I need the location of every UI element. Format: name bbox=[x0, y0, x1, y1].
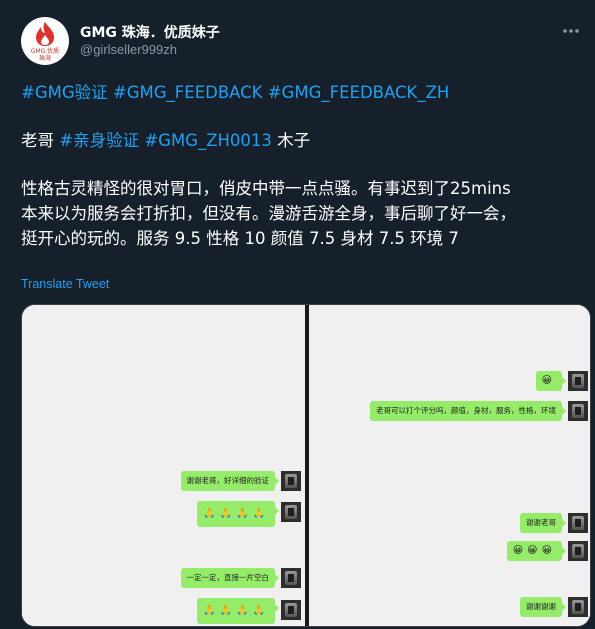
hashtag-link[interactable]: #GMG_ZH0013 bbox=[144, 131, 272, 150]
avatar[interactable]: GMG.优质 珠海 bbox=[21, 17, 69, 65]
line-prefix: 老哥 bbox=[21, 131, 60, 150]
hashtag-link[interactable]: #GMG_FEEDBACK bbox=[113, 83, 263, 102]
chat-bubble: 老哥可以打个评分吗，颜值，身材，服务，性格，环境 bbox=[370, 401, 566, 421]
hashtag-link[interactable]: #GMG_FEEDBACK_ZH bbox=[268, 83, 450, 102]
chat-bubble: 谢谢老哥 bbox=[520, 513, 566, 533]
hashtag-link[interactable]: #亲身验证 bbox=[59, 131, 139, 150]
chat-avatar bbox=[281, 471, 301, 491]
chat-bubble: 谢谢老哥，好详细的验证 bbox=[180, 471, 279, 491]
chat-bubble: 🙏🙏🙏🙏 bbox=[197, 598, 279, 624]
chat-avatar bbox=[568, 541, 588, 561]
chat-bubble: 谢谢谢谢 bbox=[520, 597, 566, 617]
chat-avatar bbox=[568, 371, 588, 391]
chat-screenshot-left[interactable]: 谢谢老哥，好详细的验证 🙏🙏🙏🙏 一定一定，直接一片空白 🙏🙏🙏🙏 bbox=[22, 305, 305, 626]
tweet-body-line: 挺开心的玩的。服务 9.5 性格 10 颜值 7.5 身材 7.5 环境 7 bbox=[21, 229, 459, 248]
flame-logo-icon bbox=[36, 22, 54, 46]
chat-avatar bbox=[568, 597, 588, 617]
hashtag-link[interactable]: #GMG验证 bbox=[21, 83, 108, 102]
chat-bubble: 一定一定，直接一片空白 bbox=[180, 568, 279, 588]
avatar-logo-subtext: 珠海 bbox=[38, 55, 51, 62]
tweet-body-line: 本来以为服务会打折扣，但没有。漫游舌游全身，事后聊了好一会， bbox=[21, 204, 516, 223]
tweet-body-line: 性格古灵精怪的很对胃口，俏皮中带一点点骚。有事迟到了25mins bbox=[21, 179, 511, 198]
chat-avatar bbox=[281, 568, 301, 588]
chat-bubble: 🙏🙏🙏🙏 bbox=[197, 501, 279, 527]
tweet-line-mention: 老哥 #亲身验证 #GMG_ZH0013 木子 bbox=[21, 128, 310, 153]
line-suffix: 木子 bbox=[271, 131, 311, 150]
user-handle[interactable]: @girlseller999zh bbox=[80, 42, 177, 57]
hashtags-line: #GMG验证 #GMG_FEEDBACK #GMG_FEEDBACK_ZH bbox=[21, 80, 449, 105]
display-name[interactable]: GMG 珠海．优质妹子 bbox=[80, 22, 220, 42]
more-horizontal-icon[interactable] bbox=[561, 21, 581, 41]
chat-avatar bbox=[281, 600, 301, 620]
chat-avatar bbox=[568, 401, 588, 421]
chat-bubble: 😀 bbox=[535, 371, 567, 391]
tweet-header: GMG.优质 珠海 GMG 珠海．优质妹子 @girlseller999zh bbox=[21, 15, 581, 67]
chat-bubble: 😀😀😀 bbox=[506, 541, 567, 561]
chat-screenshot-right[interactable]: 😀 老哥可以打个评分吗，颜值，身材，服务，性格，环境 谢谢老哥 😀😀😀 谢谢谢谢 bbox=[309, 305, 590, 626]
chat-avatar bbox=[281, 502, 301, 522]
avatar-logo-text: GMG.优质 bbox=[30, 48, 60, 55]
translate-tweet-link[interactable]: Translate Tweet bbox=[21, 277, 109, 291]
tweet-media[interactable]: 谢谢老哥，好详细的验证 🙏🙏🙏🙏 一定一定，直接一片空白 🙏🙏🙏🙏 😀 老哥可以… bbox=[21, 304, 591, 627]
chat-avatar bbox=[568, 513, 588, 533]
